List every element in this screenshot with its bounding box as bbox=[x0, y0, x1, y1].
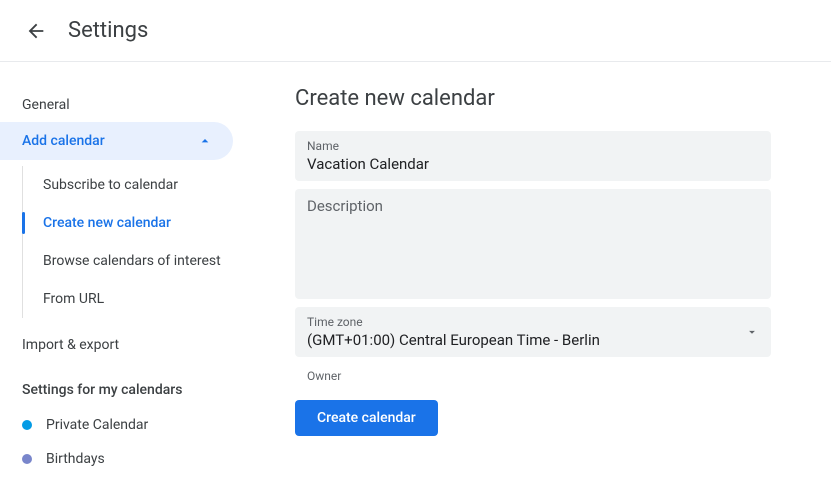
header: Settings bbox=[0, 0, 831, 62]
timezone-label: Time zone bbox=[307, 315, 745, 329]
sidebar-item-label: Add calendar bbox=[22, 133, 105, 149]
my-calendars-heading: Settings for my calendars bbox=[0, 362, 255, 408]
page-title: Settings bbox=[68, 18, 148, 43]
sub-item-from-url[interactable]: From URL bbox=[23, 280, 255, 318]
sub-item-create-new[interactable]: Create new calendar bbox=[23, 204, 255, 242]
sidebar-item-general[interactable]: General bbox=[0, 88, 255, 122]
timezone-value: (GMT+01:00) Central European Time - Berl… bbox=[307, 331, 745, 349]
sidebar-item-import-export[interactable]: Import & export bbox=[0, 328, 255, 362]
calendar-dot-icon bbox=[22, 420, 32, 430]
add-calendar-submenu: Subscribe to calendar Create new calenda… bbox=[22, 166, 255, 318]
owner-label: Owner bbox=[307, 369, 759, 383]
name-input[interactable] bbox=[307, 155, 759, 173]
calendar-item-private[interactable]: Private Calendar bbox=[0, 408, 255, 442]
arrow-left-icon bbox=[25, 20, 47, 42]
chevron-up-icon bbox=[197, 133, 213, 149]
calendar-item-label: Birthdays bbox=[46, 451, 105, 467]
sidebar-item-add-calendar[interactable]: Add calendar bbox=[0, 122, 233, 160]
name-label: Name bbox=[307, 139, 759, 153]
description-label: Description bbox=[307, 197, 759, 215]
sidebar: General Add calendar Subscribe to calend… bbox=[0, 62, 255, 476]
back-button[interactable] bbox=[24, 19, 48, 43]
main-heading: Create new calendar bbox=[295, 86, 771, 111]
calendar-item-birthdays[interactable]: Birthdays bbox=[0, 442, 255, 476]
calendar-dot-icon bbox=[22, 454, 32, 464]
sub-item-browse[interactable]: Browse calendars of interest bbox=[23, 242, 255, 280]
dropdown-arrow-icon bbox=[745, 325, 759, 339]
name-field[interactable]: Name bbox=[295, 131, 771, 181]
timezone-field[interactable]: Time zone (GMT+01:00) Central European T… bbox=[295, 307, 771, 357]
calendar-item-label: Private Calendar bbox=[46, 417, 148, 433]
main-panel: Create new calendar Name Description Tim… bbox=[255, 62, 831, 476]
sub-item-subscribe[interactable]: Subscribe to calendar bbox=[23, 166, 255, 204]
create-calendar-button[interactable]: Create calendar bbox=[295, 400, 438, 436]
owner-block: Owner bbox=[295, 365, 771, 400]
description-field[interactable]: Description bbox=[295, 189, 771, 299]
